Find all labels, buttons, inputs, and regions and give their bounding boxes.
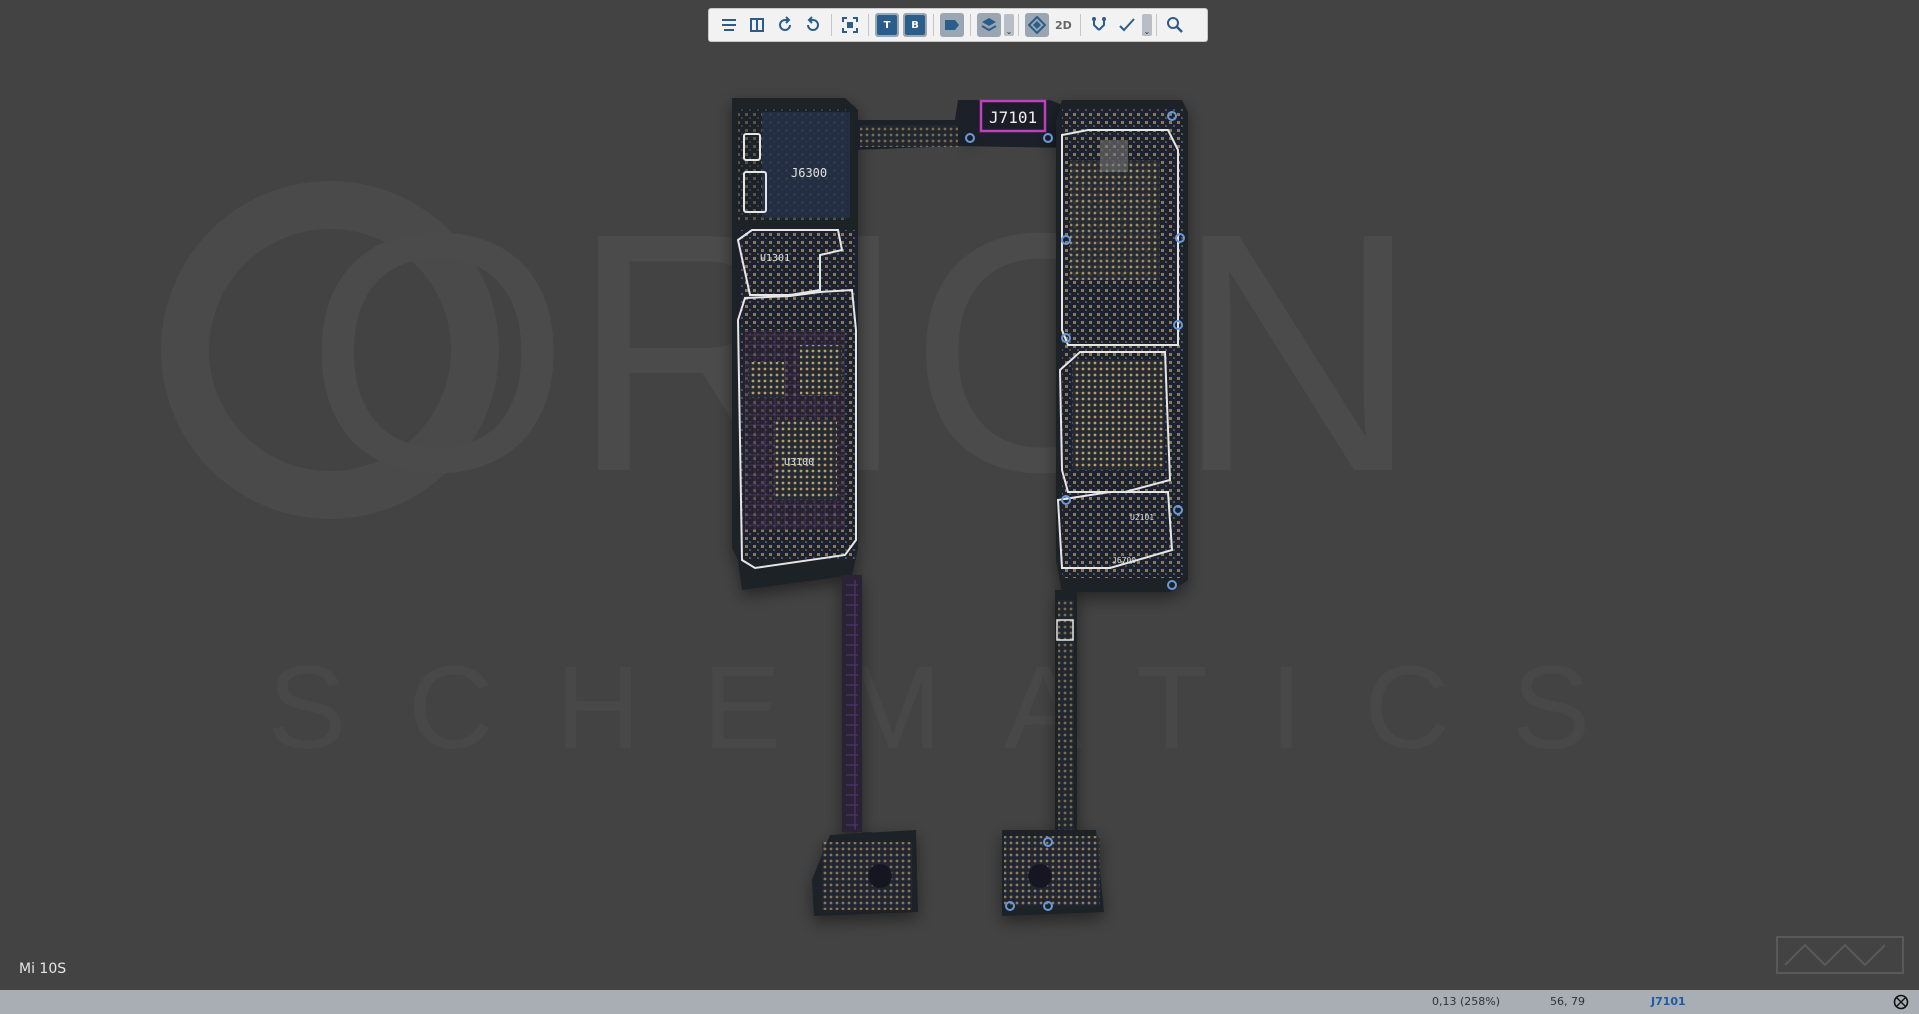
toolbar-separator [1018, 14, 1019, 36]
label-u1301: U1301 [760, 253, 790, 264]
bottom-side-toggle[interactable]: B [903, 13, 927, 37]
top-side-button[interactable]: T [877, 15, 897, 35]
net-trace-icon[interactable] [1087, 13, 1111, 37]
top-bridge: J7101 [855, 99, 1070, 150]
toolbar: T B ⌄ 2D ⌄ [708, 8, 1208, 42]
label-u3100: U3100 [784, 457, 814, 468]
pcb-board-view[interactable]: J6300 U1301 U3100 J7101 U2101 J6700 [0, 0, 1919, 1014]
search-icon[interactable] [1163, 13, 1187, 37]
selected-part[interactable]: J7101 [1651, 995, 1686, 1008]
status-bar: 0,13 (258%) 56, 79 J7101 [0, 990, 1919, 1014]
cursor-coordinates: 56, 79 [1550, 995, 1585, 1008]
model-name: Mi 10S [19, 961, 67, 977]
flip-horizontal-icon[interactable] [717, 13, 741, 37]
label-tag-icon[interactable] [940, 13, 964, 37]
rotate-left-icon[interactable] [773, 13, 797, 37]
decorative-logo-icon [1776, 936, 1904, 974]
flip-vertical-icon[interactable] [745, 13, 769, 37]
top-side-toggle[interactable]: T [875, 13, 899, 37]
toolbar-separator [868, 14, 869, 36]
toolbar-separator [970, 14, 971, 36]
toolbar-separator [831, 14, 832, 36]
toolbar-separator [933, 14, 934, 36]
label-j6700: J6700 [1112, 556, 1136, 565]
layers-icon[interactable] [977, 13, 1001, 37]
label-j7101: J7101 [989, 108, 1037, 127]
measure-icon[interactable] [1115, 13, 1139, 37]
label-j6300: J6300 [791, 166, 827, 180]
settings-network-icon[interactable] [1893, 994, 1909, 1010]
layers-dropdown-chevron-down-icon[interactable]: ⌄ [1004, 14, 1014, 36]
measure-dropdown-chevron-down-icon[interactable]: ⌄ [1141, 14, 1152, 36]
bottom-side-button[interactable]: B [905, 15, 925, 35]
right-board: U2101 J6700 [965, 100, 1188, 916]
fit-screen-icon[interactable] [838, 13, 862, 37]
label-u2101: U2101 [1130, 513, 1154, 522]
zoom-level: 0,13 (258%) [1432, 995, 1501, 1008]
rotate-right-icon[interactable] [801, 13, 825, 37]
toolbar-separator [1155, 14, 1157, 36]
left-board: J6300 U1301 U3100 [732, 98, 918, 916]
view-mode-2d[interactable]: 2D [1055, 19, 1072, 32]
toolbar-separator [1079, 14, 1081, 36]
component-view-icon[interactable] [1025, 13, 1049, 37]
